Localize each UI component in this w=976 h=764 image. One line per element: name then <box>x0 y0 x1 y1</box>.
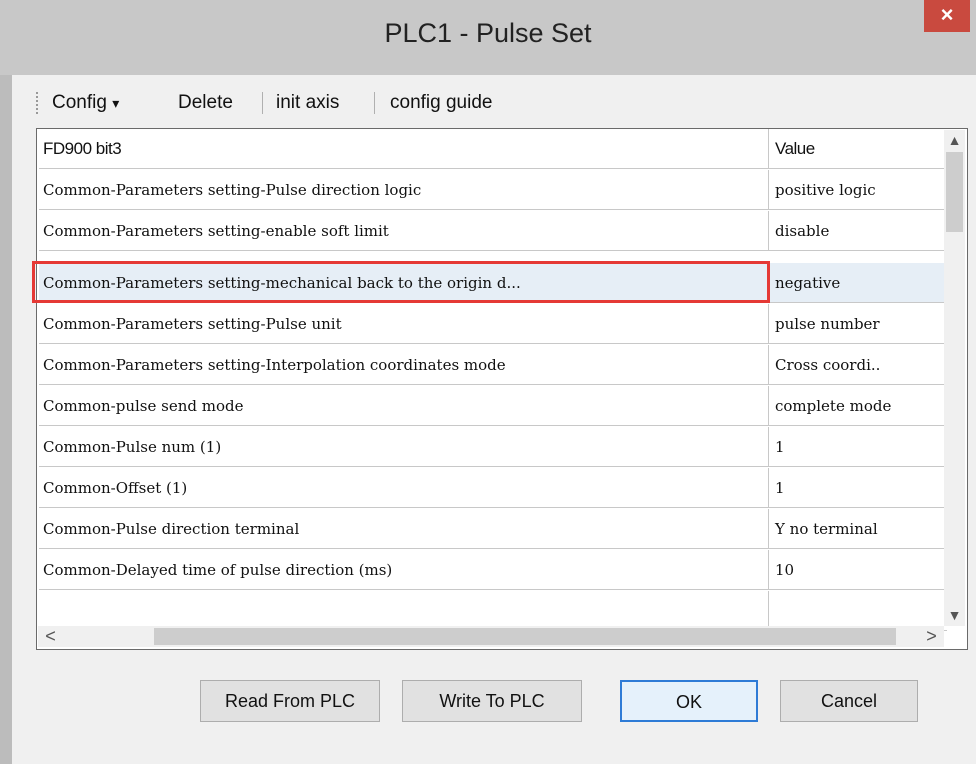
parameter-grid: FD900 bit3 Value Common-Parameters setti… <box>36 128 968 650</box>
parameter-value-cell[interactable]: disable <box>769 211 947 251</box>
table-row[interactable]: Common-Pulse direction terminal Y no ter… <box>39 509 947 550</box>
toolbar-separator <box>374 92 375 114</box>
parameter-value-cell[interactable]: negative <box>769 263 947 303</box>
parameter-name-cell: Common-Parameters setting-Pulse unit <box>39 304 769 344</box>
column-header-value[interactable]: Value <box>769 129 947 169</box>
delete-button[interactable]: Delete <box>178 88 233 118</box>
horizontal-scroll-thumb[interactable] <box>154 628 896 645</box>
parameter-name-cell: Common-Parameters setting-mechanical bac… <box>39 263 769 303</box>
table-row[interactable]: Common-Parameters setting-Pulse directio… <box>39 170 947 211</box>
parameter-name-cell: Common-Delayed time of pulse direction (… <box>39 550 769 590</box>
parameter-name-cell: Common-Parameters setting-Pulse directio… <box>39 170 769 210</box>
parameter-value-cell[interactable]: Cross coordi.. <box>769 345 947 385</box>
toolbar-grip[interactable] <box>36 92 41 114</box>
parameter-name-cell: Common-Pulse num (1) <box>39 427 769 467</box>
table-row[interactable]: Common-Offset (1) 1 <box>39 468 947 509</box>
close-button[interactable]: × <box>924 0 970 32</box>
write-to-plc-button[interactable]: Write To PLC <box>402 680 582 722</box>
ok-button[interactable]: OK <box>620 680 758 722</box>
config-label: Config <box>52 92 107 113</box>
table-row-selected[interactable]: Common-Parameters setting-mechanical bac… <box>39 263 947 304</box>
read-from-plc-button[interactable]: Read From PLC <box>200 680 380 722</box>
parameter-name-cell: Common-Parameters setting-enable soft li… <box>39 211 769 251</box>
table-row[interactable]: Common-Pulse num (1) 1 <box>39 427 947 468</box>
parameter-value-cell[interactable]: positive logic <box>769 170 947 210</box>
scroll-right-icon[interactable]: > <box>921 626 942 647</box>
grid-header-row: FD900 bit3 Value <box>39 129 947 170</box>
parameter-value-cell[interactable] <box>769 591 947 631</box>
table-row[interactable]: Common-pulse send mode complete mode <box>39 386 947 427</box>
column-header-name[interactable]: FD900 bit3 <box>39 129 769 169</box>
config-guide-button[interactable]: config guide <box>390 88 492 118</box>
parameter-value-cell[interactable]: 1 <box>769 427 947 467</box>
table-row[interactable]: Common-Parameters setting-Interpolation … <box>39 345 947 386</box>
parameter-value-cell[interactable]: complete mode <box>769 386 947 426</box>
parameter-name-cell: Common-Parameters setting-Interpolation … <box>39 345 769 385</box>
scroll-down-icon[interactable]: ▼ <box>944 605 965 626</box>
parameter-value-cell[interactable]: Y no terminal <box>769 509 947 549</box>
parameter-name-cell: Common-pulse send mode <box>39 386 769 426</box>
parameter-value-cell[interactable]: 1 <box>769 468 947 508</box>
parameter-name-cell: Common-Pulse direction terminal <box>39 509 769 549</box>
parameter-name-cell: Common-Offset (1) <box>39 468 769 508</box>
title-bar[interactable]: PLC1 - Pulse Set × <box>0 0 976 75</box>
vertical-scroll-thumb[interactable] <box>946 152 963 232</box>
window-title: PLC1 - Pulse Set <box>384 18 592 48</box>
config-menu-button[interactable]: Config ▾ <box>52 88 119 118</box>
parameter-value-cell[interactable]: pulse number <box>769 304 947 344</box>
pulse-set-dialog: PLC1 - Pulse Set × Config ▾ Delete init … <box>0 0 976 764</box>
cancel-button[interactable]: Cancel <box>780 680 918 722</box>
table-row[interactable]: Common-Parameters setting-enable soft li… <box>39 211 947 252</box>
toolbar-separator <box>262 92 263 114</box>
table-row[interactable]: Common-Parameters setting-Pulse unit pul… <box>39 304 947 345</box>
parameter-name-cell <box>39 591 769 631</box>
toolbar <box>26 80 966 123</box>
scroll-left-icon[interactable]: < <box>40 626 61 647</box>
parameter-value-cell[interactable]: 10 <box>769 550 947 590</box>
scroll-up-icon[interactable]: ▲ <box>944 130 965 151</box>
chevron-down-icon: ▾ <box>112 95 120 111</box>
init-axis-button[interactable]: init axis <box>276 88 339 118</box>
table-row[interactable]: Common-Delayed time of pulse direction (… <box>39 550 947 591</box>
